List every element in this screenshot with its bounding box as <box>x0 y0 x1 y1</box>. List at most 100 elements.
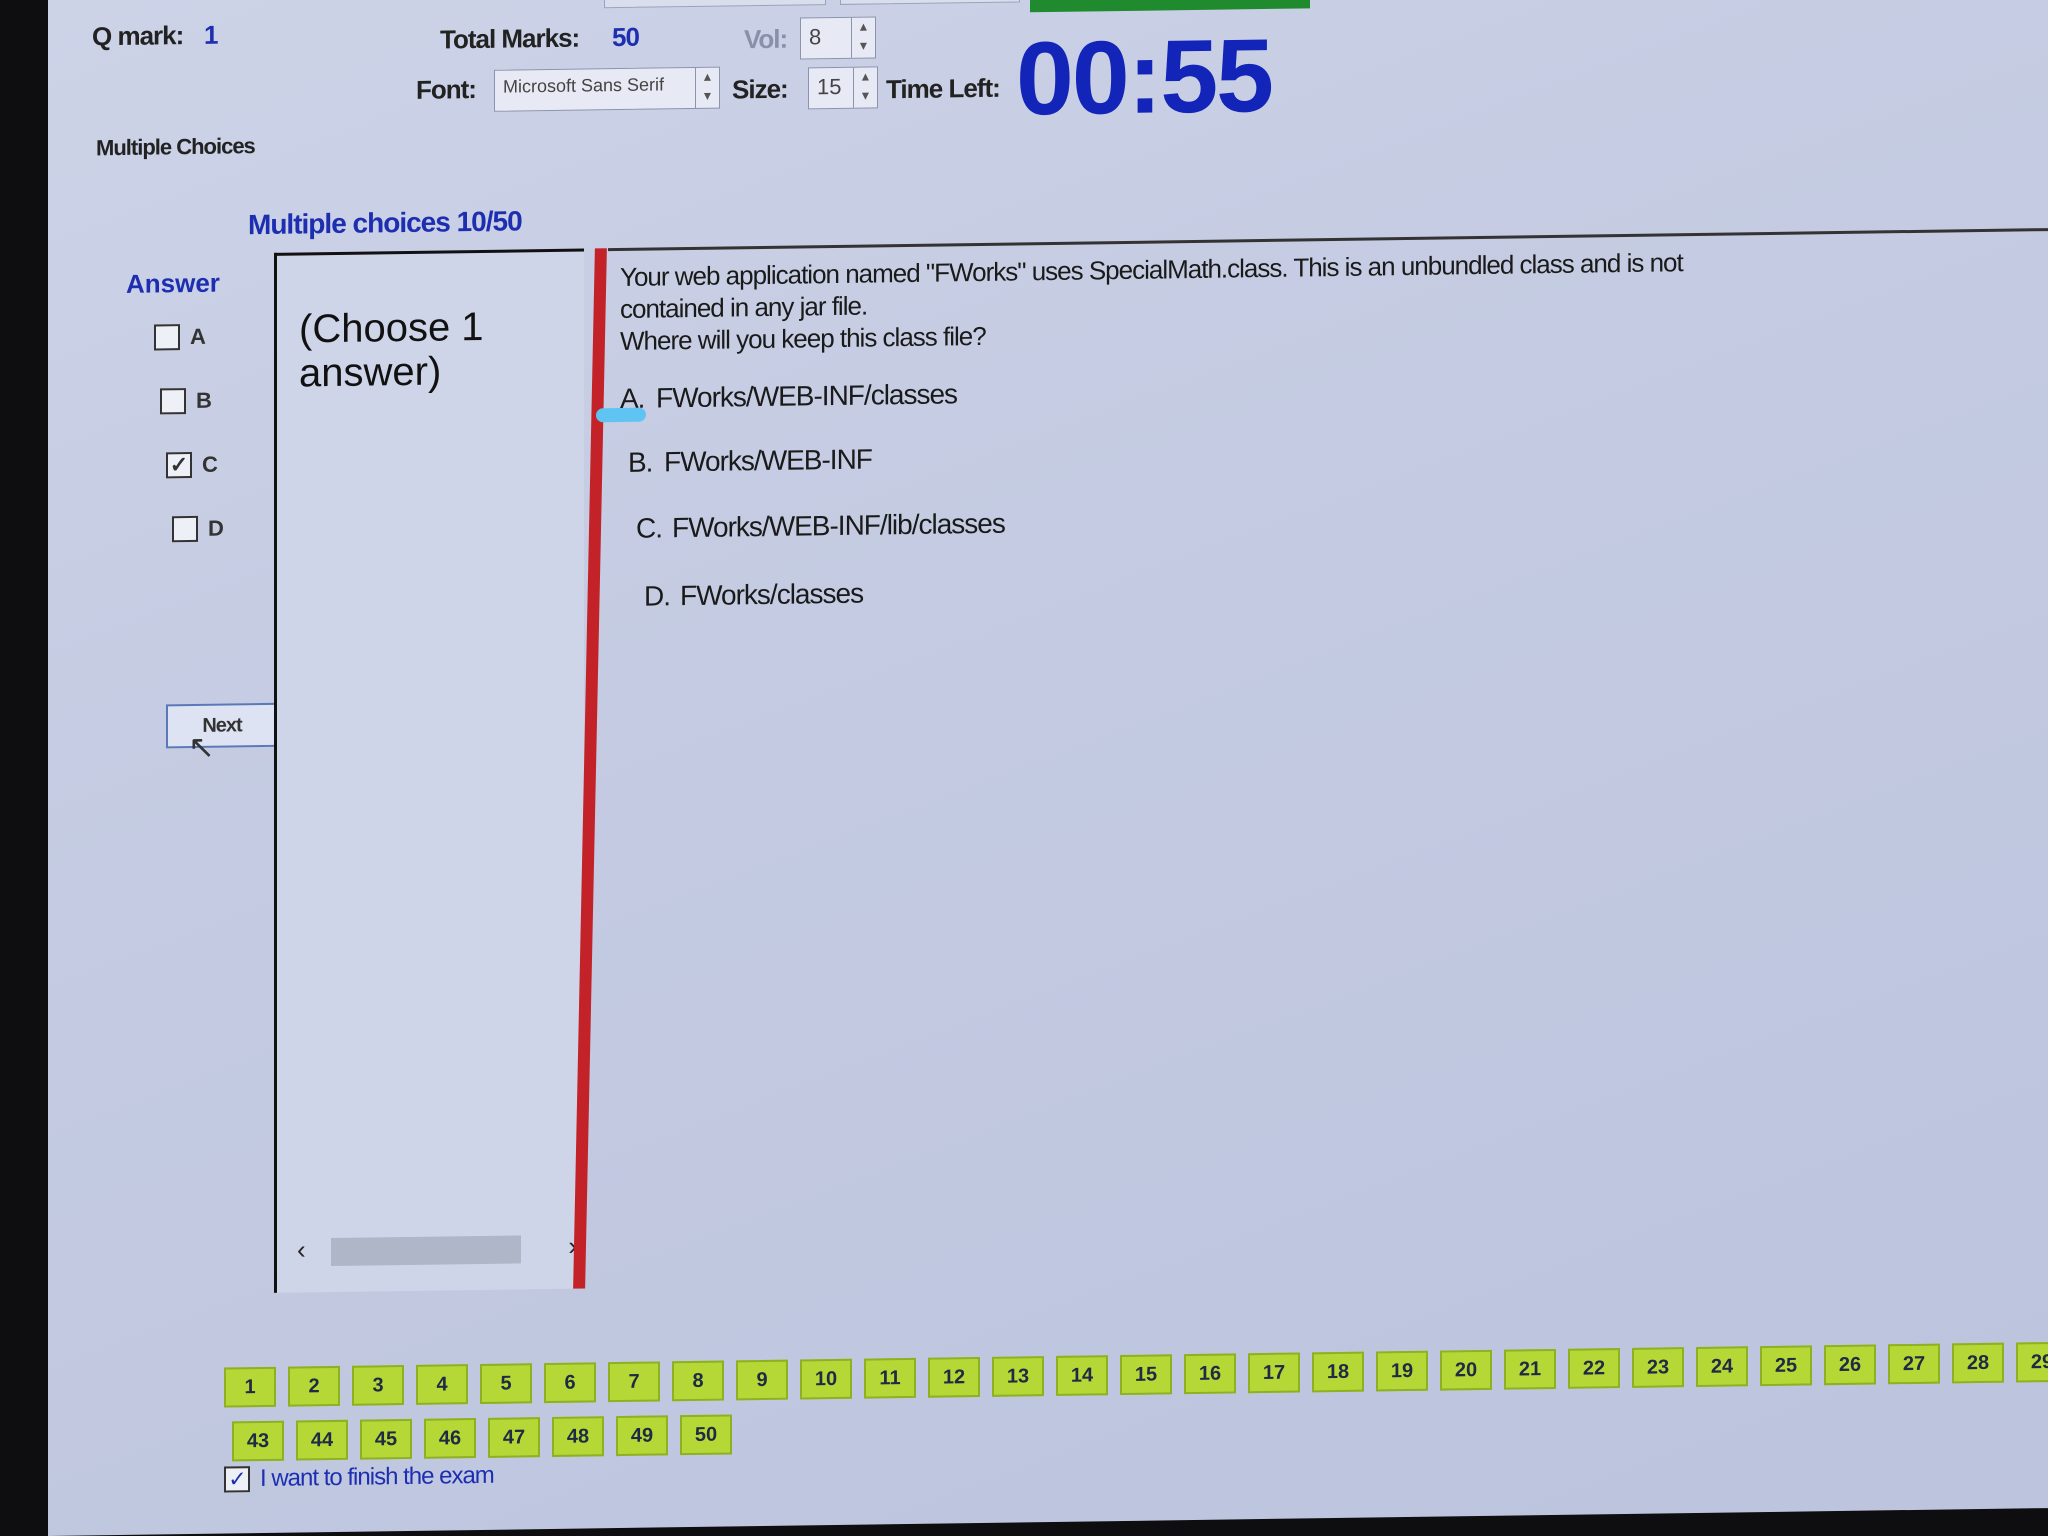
question-nav-button[interactable]: 7 <box>608 1361 660 1403</box>
open-tool-field[interactable] <box>604 0 826 9</box>
question-nav-button[interactable]: 11 <box>864 1357 916 1399</box>
finish-exam-label: I want to finish the exam <box>260 1461 494 1493</box>
size-spinner[interactable]: 15 ▲ ▼ <box>808 66 878 110</box>
question-type-label: Multiple Choices <box>96 133 255 161</box>
time-left-label: Time Left: <box>886 72 1000 105</box>
question-nav-button[interactable]: 18 <box>1312 1351 1364 1393</box>
question-option-d: D. FWorks/classes <box>644 578 863 613</box>
question-nav-button[interactable]: 48 <box>552 1416 604 1457</box>
countdown-timer: 00:55 <box>1016 17 1272 138</box>
question-nav-button[interactable]: 12 <box>928 1356 980 1398</box>
question-nav-button[interactable]: 44 <box>296 1419 348 1461</box>
total-marks-value: 50 <box>612 21 639 53</box>
vol-label: Vol: <box>744 23 788 55</box>
font-label: Font: <box>416 74 476 105</box>
spinner-arrows-icon[interactable]: ▲ ▼ <box>853 67 877 108</box>
option-letter: B. <box>628 446 653 478</box>
answer-option-letter: D <box>208 515 224 541</box>
checkbox[interactable] <box>160 388 186 415</box>
question-nav-button[interactable]: 46 <box>424 1418 476 1459</box>
question-nav-button[interactable]: 9 <box>736 1359 788 1401</box>
checkmark-icon: ✓ <box>169 452 189 478</box>
question-option-c: C. FWorks/WEB-INF/lib/classes <box>636 508 1005 545</box>
vol-value: 8 <box>809 24 822 50</box>
top-button[interactable] <box>840 0 1020 5</box>
answer-option-d[interactable]: D <box>172 516 224 543</box>
size-value: 15 <box>817 73 842 100</box>
option-text: FWorks/WEB-INF/classes <box>656 378 958 414</box>
scrollbar-thumb[interactable] <box>331 1235 521 1267</box>
answer-option-letter: B <box>196 387 212 413</box>
answer-option-b[interactable]: B <box>160 388 212 415</box>
question-nav-button[interactable]: 1 <box>224 1366 276 1408</box>
finish-exam-toggle[interactable]: ✓ I want to finish the exam <box>224 1462 494 1494</box>
finish-checkbox[interactable]: ✓ <box>224 1466 250 1493</box>
question-progress-heading: Multiple choices 10/50 <box>248 205 522 241</box>
question-nav-button[interactable]: 19 <box>1376 1350 1428 1392</box>
question-nav-button[interactable]: 2 <box>288 1365 340 1407</box>
size-label: Size: <box>732 73 788 105</box>
question-nav-button[interactable]: 43 <box>232 1420 284 1462</box>
question-option-b: B. FWorks/WEB-INF <box>628 443 872 478</box>
question-nav-button[interactable]: 15 <box>1120 1354 1172 1396</box>
answer-title: Answer <box>126 267 220 299</box>
question-nav-button[interactable]: 47 <box>488 1417 540 1458</box>
font-value: Microsoft Sans Serif <box>503 74 665 97</box>
question-navigator-row-2: 43 44 45 46 47 48 49 50 <box>232 1414 732 1462</box>
question-nav-button[interactable]: 49 <box>616 1415 668 1457</box>
q-mark-label: Q mark: <box>92 20 184 52</box>
question-nav-button[interactable]: 14 <box>1056 1355 1108 1396</box>
spinner-arrows-icon[interactable]: ▲ ▼ <box>851 17 875 58</box>
q-mark-value: 1 <box>204 19 218 50</box>
next-button[interactable]: Next <box>166 702 278 749</box>
font-select[interactable]: Microsoft Sans Serif ▲ ▼ <box>494 66 720 112</box>
answer-option-c[interactable]: ✓ C <box>166 452 218 479</box>
question-nav-button[interactable]: 21 <box>1504 1348 1556 1390</box>
instruction-panel: (Choose 1 answer) ‹ › <box>274 248 584 1293</box>
question-nav-button[interactable]: 8 <box>672 1360 724 1402</box>
option-letter: D. <box>644 580 670 612</box>
question-nav-button[interactable]: 27 <box>1888 1343 1940 1385</box>
question-nav-button[interactable]: 50 <box>680 1414 732 1456</box>
question-nav-button[interactable]: 10 <box>800 1358 852 1400</box>
checkbox-checked[interactable]: ✓ <box>166 451 192 479</box>
answer-option-a[interactable]: A <box>154 324 206 351</box>
question-nav-button[interactable]: 5 <box>480 1363 532 1404</box>
question-nav-button[interactable]: 6 <box>544 1362 596 1404</box>
answer-option-letter: C <box>202 451 218 477</box>
question-nav-button[interactable]: 13 <box>992 1356 1044 1397</box>
question-nav-button[interactable]: 29 <box>2016 1341 2048 1383</box>
option-text: FWorks/WEB-INF/lib/classes <box>672 507 1005 544</box>
question-nav-button[interactable]: 3 <box>352 1365 404 1406</box>
total-marks-label: Total Marks: <box>440 22 580 55</box>
horizontal-scrollbar[interactable]: ‹ › <box>297 1231 577 1269</box>
question-nav-button[interactable]: 4 <box>416 1364 468 1405</box>
question-navigator-row-1: 1 2 3 4 5 6 7 8 9 10 11 12 13 14 15 16 17 18 19 20 21 22 23 24 2… <box>224 1341 2048 1408</box>
mouse-cursor-icon: ↖ <box>188 728 215 766</box>
option-text: FWorks/classes <box>680 577 864 612</box>
checkmark-icon: ✓ <box>228 1466 246 1492</box>
checkbox[interactable] <box>154 324 180 351</box>
question-nav-button[interactable]: 22 <box>1568 1348 1620 1389</box>
checkbox[interactable] <box>172 515 198 543</box>
question-nav-button[interactable]: 16 <box>1184 1353 1236 1395</box>
answer-option-letter: A <box>190 323 206 350</box>
option-text: FWorks/WEB-INF <box>664 443 872 478</box>
question-nav-button[interactable]: 26 <box>1824 1344 1876 1386</box>
question-nav-button[interactable]: 45 <box>360 1418 412 1460</box>
vol-spinner[interactable]: 8 ▲ ▼ <box>800 16 876 60</box>
spinner-arrows-icon[interactable]: ▲ ▼ <box>695 67 719 108</box>
instruction-text: (Choose 1 answer) <box>299 304 484 396</box>
question-text: Your web application named "FWorks" uses… <box>620 243 1920 357</box>
question-option-a: A. FWorks/WEB-INF/classes <box>620 378 957 415</box>
scroll-left-icon[interactable]: ‹ <box>297 1234 306 1265</box>
status-bar-green <box>1030 0 1310 13</box>
question-nav-button[interactable]: 20 <box>1440 1349 1492 1391</box>
exam-window: Q mark: 1 Total Marks: 50 Vol: 8 ▲ ▼ Font… <box>48 0 2048 1536</box>
question-nav-button[interactable]: 23 <box>1632 1347 1684 1388</box>
question-nav-button[interactable]: 24 <box>1696 1346 1748 1387</box>
option-letter: A. <box>620 382 645 415</box>
question-nav-button[interactable]: 25 <box>1760 1345 1812 1387</box>
question-nav-button[interactable]: 28 <box>1952 1342 2004 1384</box>
question-nav-button[interactable]: 17 <box>1248 1352 1300 1394</box>
